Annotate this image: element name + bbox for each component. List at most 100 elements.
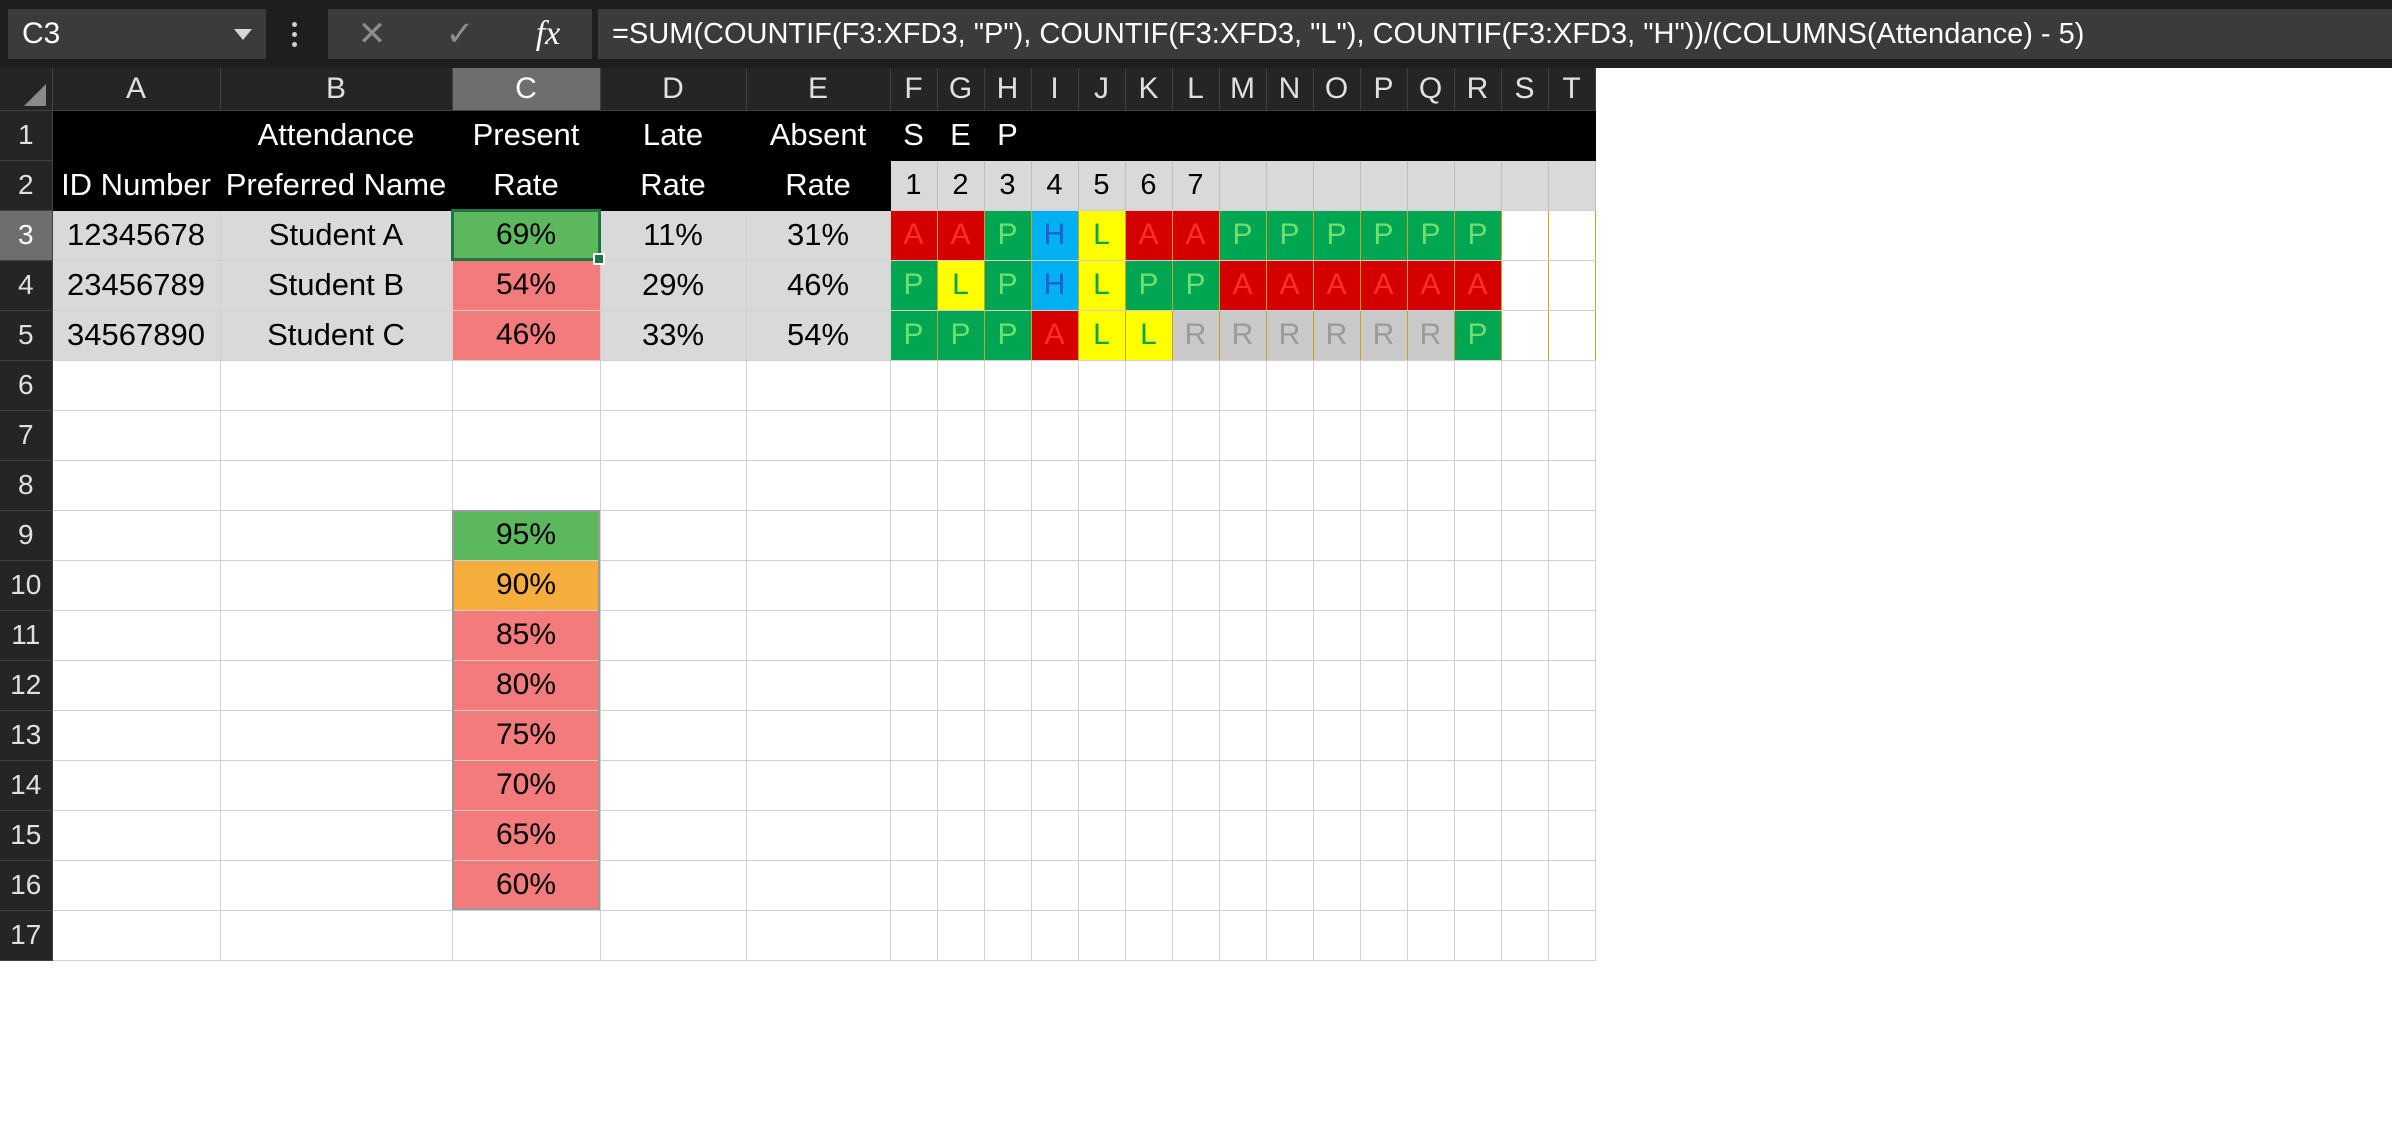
cell-D11[interactable]: [600, 610, 747, 661]
column-header-R[interactable]: R: [1454, 68, 1502, 111]
cell-O11[interactable]: [1313, 610, 1361, 661]
cell-I6[interactable]: [1031, 360, 1079, 411]
cell-N2[interactable]: [1266, 160, 1314, 211]
column-header-O[interactable]: O: [1313, 68, 1361, 111]
cell-T1[interactable]: [1548, 110, 1596, 161]
cell-O6[interactable]: [1313, 360, 1361, 411]
cell-N8[interactable]: [1266, 460, 1314, 511]
cell-G16[interactable]: [937, 860, 985, 911]
column-header-M[interactable]: M: [1219, 68, 1267, 111]
row-header-17[interactable]: 17: [0, 910, 53, 961]
cell-E14[interactable]: [746, 760, 891, 811]
cell-A10[interactable]: [52, 560, 221, 611]
cell-L8[interactable]: [1172, 460, 1220, 511]
cell-G2[interactable]: 2: [937, 160, 985, 211]
cell-B12[interactable]: [220, 660, 453, 711]
cell-J15[interactable]: [1078, 810, 1126, 861]
cell-A1[interactable]: [52, 110, 221, 161]
cell-D13[interactable]: [600, 710, 747, 761]
cell-M3[interactable]: P: [1219, 210, 1267, 261]
cell-I15[interactable]: [1031, 810, 1079, 861]
cell-O16[interactable]: [1313, 860, 1361, 911]
cell-S3[interactable]: [1501, 210, 1549, 261]
cell-R7[interactable]: [1454, 410, 1502, 461]
cell-O1[interactable]: [1313, 110, 1361, 161]
cell-O14[interactable]: [1313, 760, 1361, 811]
cell-R4[interactable]: A: [1454, 260, 1502, 311]
cell-P15[interactable]: [1360, 810, 1408, 861]
cell-H8[interactable]: [984, 460, 1032, 511]
cell-I1[interactable]: [1031, 110, 1079, 161]
cell-I9[interactable]: [1031, 510, 1079, 561]
cell-G10[interactable]: [937, 560, 985, 611]
cell-J11[interactable]: [1078, 610, 1126, 661]
cell-J16[interactable]: [1078, 860, 1126, 911]
cell-R13[interactable]: [1454, 710, 1502, 761]
cell-P6[interactable]: [1360, 360, 1408, 411]
cell-E8[interactable]: [746, 460, 891, 511]
cell-K5[interactable]: L: [1125, 310, 1173, 361]
cell-M8[interactable]: [1219, 460, 1267, 511]
cell-F5[interactable]: P: [890, 310, 938, 361]
cell-O2[interactable]: [1313, 160, 1361, 211]
cell-G17[interactable]: [937, 910, 985, 961]
cell-L14[interactable]: [1172, 760, 1220, 811]
column-header-B[interactable]: B: [220, 68, 453, 111]
cell-T8[interactable]: [1548, 460, 1596, 511]
cell-K15[interactable]: [1125, 810, 1173, 861]
cell-K17[interactable]: [1125, 910, 1173, 961]
row-header-13[interactable]: 13: [0, 710, 53, 761]
cell-R8[interactable]: [1454, 460, 1502, 511]
cell-N5[interactable]: R: [1266, 310, 1314, 361]
cell-J13[interactable]: [1078, 710, 1126, 761]
cell-B10[interactable]: [220, 560, 453, 611]
cell-M12[interactable]: [1219, 660, 1267, 711]
cell-C2[interactable]: Rate: [452, 160, 601, 211]
cell-N17[interactable]: [1266, 910, 1314, 961]
cell-B8[interactable]: [220, 460, 453, 511]
cell-R11[interactable]: [1454, 610, 1502, 661]
cell-L7[interactable]: [1172, 410, 1220, 461]
cell-S8[interactable]: [1501, 460, 1549, 511]
cell-F10[interactable]: [890, 560, 938, 611]
cell-T4[interactable]: [1548, 260, 1596, 311]
cell-T11[interactable]: [1548, 610, 1596, 661]
column-header-T[interactable]: T: [1548, 68, 1596, 111]
cell-A3[interactable]: 12345678: [52, 210, 221, 261]
cell-J4[interactable]: L: [1078, 260, 1126, 311]
cell-L6[interactable]: [1172, 360, 1220, 411]
cell-B16[interactable]: [220, 860, 453, 911]
cell-T16[interactable]: [1548, 860, 1596, 911]
cell-D12[interactable]: [600, 660, 747, 711]
cell-H12[interactable]: [984, 660, 1032, 711]
cell-A8[interactable]: [52, 460, 221, 511]
row-header-7[interactable]: 7: [0, 410, 53, 461]
cell-R15[interactable]: [1454, 810, 1502, 861]
confirm-icon[interactable]: ✓: [425, 9, 495, 59]
cell-Q4[interactable]: A: [1407, 260, 1455, 311]
cell-D2[interactable]: Rate: [600, 160, 747, 211]
cell-S6[interactable]: [1501, 360, 1549, 411]
cell-H16[interactable]: [984, 860, 1032, 911]
cell-P12[interactable]: [1360, 660, 1408, 711]
cell-N12[interactable]: [1266, 660, 1314, 711]
cell-M2[interactable]: [1219, 160, 1267, 211]
cell-T13[interactable]: [1548, 710, 1596, 761]
name-box[interactable]: C3: [8, 9, 266, 59]
cell-C13[interactable]: 75%: [452, 710, 601, 761]
cell-P8[interactable]: [1360, 460, 1408, 511]
cell-G1[interactable]: E: [937, 110, 985, 161]
cell-S17[interactable]: [1501, 910, 1549, 961]
cell-R3[interactable]: P: [1454, 210, 1502, 261]
row-header-6[interactable]: 6: [0, 360, 53, 411]
cell-O5[interactable]: R: [1313, 310, 1361, 361]
cell-P1[interactable]: [1360, 110, 1408, 161]
cell-C8[interactable]: [452, 460, 601, 511]
cell-N10[interactable]: [1266, 560, 1314, 611]
cell-C15[interactable]: 65%: [452, 810, 601, 861]
cell-K4[interactable]: P: [1125, 260, 1173, 311]
cell-I12[interactable]: [1031, 660, 1079, 711]
cell-O12[interactable]: [1313, 660, 1361, 711]
cell-T9[interactable]: [1548, 510, 1596, 561]
cell-P14[interactable]: [1360, 760, 1408, 811]
